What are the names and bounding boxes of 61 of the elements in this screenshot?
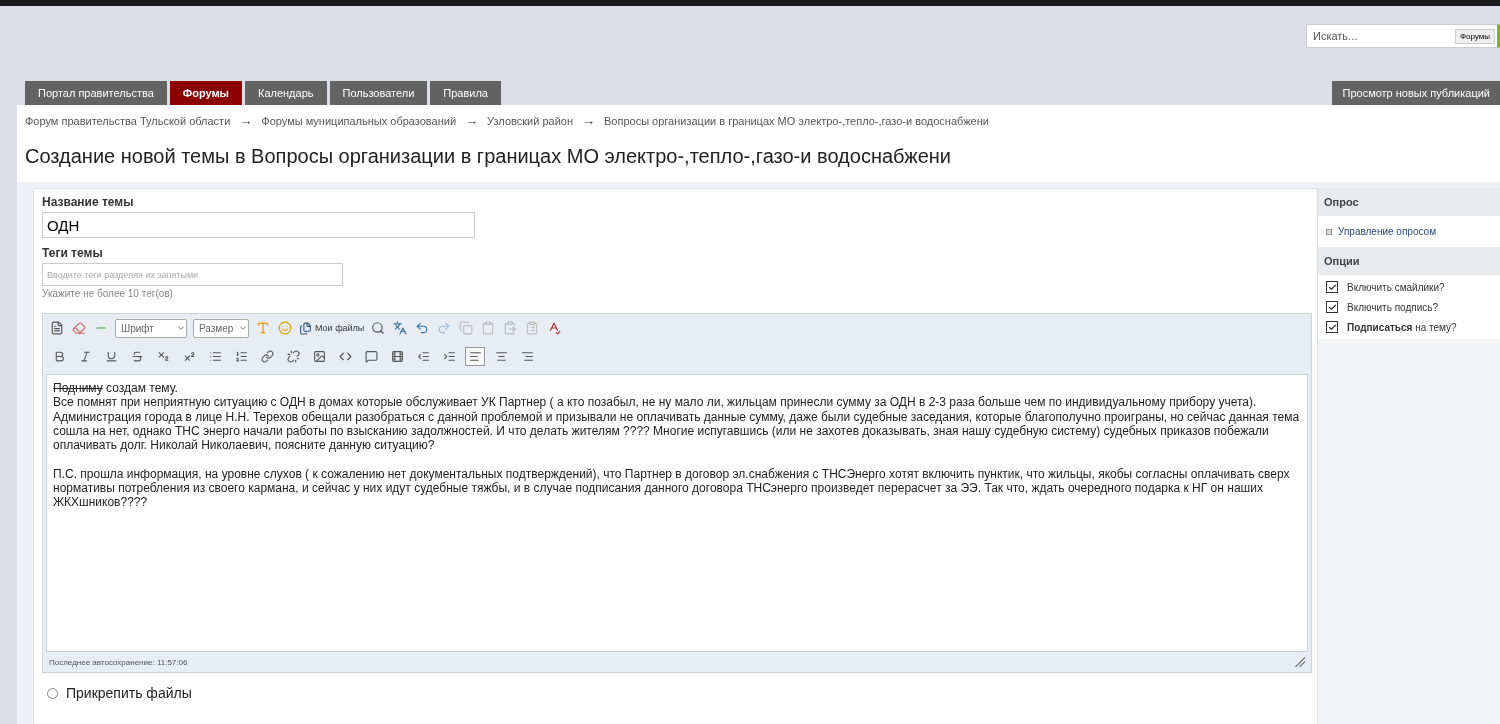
checkbox[interactable] bbox=[1326, 301, 1338, 313]
image-icon bbox=[312, 349, 326, 363]
nav-tab[interactable]: Портал правительства bbox=[25, 81, 167, 105]
attach-files-link[interactable]: Прикрепить файлы bbox=[66, 685, 192, 701]
underline-icon bbox=[104, 349, 118, 363]
tags-hint: Укажите не более 10 тег(ов) bbox=[42, 288, 174, 299]
align-left-button[interactable] bbox=[465, 346, 485, 366]
breadcrumb-link[interactable]: Форум правительства Тульской области bbox=[25, 114, 231, 127]
italic-icon bbox=[78, 349, 92, 363]
breadcrumb-separator: → bbox=[582, 113, 595, 128]
caret-icon bbox=[238, 323, 248, 333]
numbered-list-icon bbox=[234, 349, 248, 363]
breadcrumb-link[interactable]: Узловский район bbox=[487, 114, 573, 127]
breadcrumb-link[interactable]: Форумы муниципальных образований bbox=[261, 114, 457, 127]
sidebar-heading: Опрос bbox=[1318, 188, 1500, 216]
superscript-icon bbox=[182, 349, 196, 363]
option-label: Включить подпись? bbox=[1347, 301, 1438, 313]
topic-name-input[interactable]: ОДН bbox=[42, 212, 475, 238]
checkbox[interactable] bbox=[1326, 321, 1338, 333]
option-label: Подписаться на тему? bbox=[1347, 321, 1457, 333]
search-field[interactable]: Искать... Форумы bbox=[1306, 24, 1500, 48]
editor-text[interactable]: Подниму создам тему. Все помнят при неприятную ситуацию с ОДН в домах которые обслуживает УК Партнер ( а кто позабыл, не ну мало ли, жильцам принесли сумму за ОДН в 2-3 раза больше чем по индивидуальному прибору учета). Администрация города в лице Н.Н. Терехов обещали разобраться с данной проблемой и призывали не оплачивать данные сумму, даже были судебные заседания, которые благополучно проиграны, но сейчас данная тема сошла на нет, однако ТНС энерго начали работы по взысканию задолжностей. И что делать жителям ???? Многие испугавшись (или не захотев доказывать, зная нашу судебную систему) судебных приказов побежали оплачивать долг. Николай Николаевич, поясните данную ситуацию? П.С. прошла информация, на уровне слухов ( к сожалению нет документальных подтверждений), что Партнер в договор эл.снабжения с ТНСЭнерго хотят включить пунктик, что жильцы, якобы согласны оплачивать сверх нормативы потребления из своего кармана, и сейчас у них идут судебные тяжбы, и в случае подписания данного договора ТНСэнерго произведет перерасчет за ЭЭ. Так что, ждать очередного подарка к НГ он наших ЖКХшников???? bbox=[46, 374, 1308, 652]
subscript-icon bbox=[156, 349, 170, 363]
translate-icon[interactable] bbox=[392, 320, 409, 336]
breadcrumb-separator: → bbox=[239, 113, 253, 128]
outdent-icon bbox=[416, 349, 430, 363]
sidebar-heading: Опции bbox=[1318, 247, 1500, 275]
text-color-icon[interactable] bbox=[255, 320, 271, 336]
tags-input[interactable]: Вводите теги разделяя их запятыми bbox=[42, 263, 343, 286]
nav-tab[interactable]: Правила bbox=[430, 81, 501, 105]
link-icon bbox=[260, 349, 274, 363]
new-posts-button[interactable]: Просмотр новых публикаций bbox=[1332, 81, 1500, 105]
eraser-icon[interactable] bbox=[71, 320, 87, 336]
bullet-list-icon bbox=[208, 349, 222, 363]
search-scope-button[interactable]: Форумы bbox=[1454, 28, 1495, 44]
field-label: Название темы bbox=[42, 195, 135, 209]
my-files-button[interactable]: Мои файлы bbox=[299, 321, 365, 335]
align-center-icon bbox=[494, 349, 508, 363]
checkbox[interactable] bbox=[1326, 281, 1338, 293]
files-icon bbox=[299, 321, 312, 335]
field-label: Теги темы bbox=[42, 246, 104, 260]
font-select[interactable]: Шрифт bbox=[115, 318, 187, 338]
breadcrumb-separator: → bbox=[465, 113, 479, 128]
strikethrough-icon bbox=[130, 349, 144, 363]
nav-tab[interactable]: Пользователи bbox=[329, 81, 428, 105]
source-icon[interactable] bbox=[49, 320, 65, 336]
align-right-icon bbox=[520, 349, 534, 363]
breadcrumb-link[interactable]: Вопросы организации в границах МО электро-,тепло-,газо-и водоснабжени bbox=[604, 114, 989, 127]
speech-bubble-icon bbox=[364, 349, 378, 363]
poll-link[interactable]: Управление опросом bbox=[1318, 216, 1500, 247]
option-label: Включить смайлики? bbox=[1347, 281, 1445, 293]
unlink-icon bbox=[286, 349, 300, 363]
nav-tab[interactable]: Календарь bbox=[244, 81, 327, 105]
align-left-icon bbox=[468, 349, 482, 363]
caret-icon bbox=[176, 323, 186, 333]
page-title: Создание новой темы в Вопросы организации в границах МО электро-,тепло-,газо-и водоснабжени bbox=[25, 145, 952, 168]
autosave-status: Последнее автосохранение: 11:57:06 bbox=[49, 657, 188, 667]
size-select[interactable]: Размер bbox=[193, 318, 249, 338]
film-icon bbox=[390, 349, 404, 363]
nav-tab[interactable]: Форумы bbox=[169, 81, 242, 105]
indent-icon bbox=[442, 349, 456, 363]
